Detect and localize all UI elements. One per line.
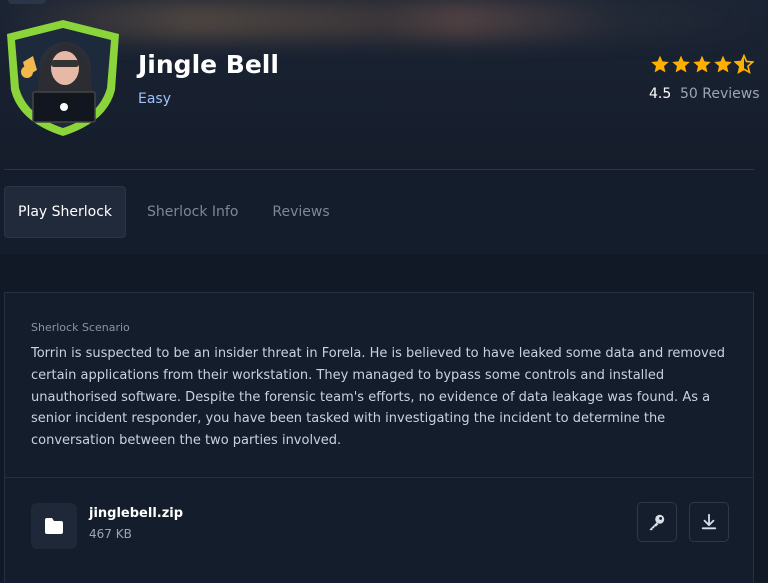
sherlock-avatar bbox=[3, 18, 123, 138]
tab-bar: Play Sherlock Sherlock Info Reviews bbox=[4, 186, 351, 238]
star-icon bbox=[672, 55, 690, 73]
card-divider bbox=[5, 477, 753, 478]
rating-value: 4.5 bbox=[649, 86, 672, 102]
scenario-label: Sherlock Scenario bbox=[31, 321, 130, 334]
scenario-card: Sherlock Scenario Torrin is suspected to… bbox=[4, 292, 754, 583]
tab-sherlock-info[interactable]: Sherlock Info bbox=[134, 187, 251, 237]
tab-play-sherlock[interactable]: Play Sherlock bbox=[4, 186, 127, 238]
reviews-count-link[interactable]: 50 Reviews bbox=[680, 86, 760, 102]
key-button[interactable] bbox=[637, 502, 677, 542]
file-icon-box bbox=[31, 503, 77, 549]
star-icon bbox=[651, 55, 669, 73]
tab-reviews[interactable]: Reviews bbox=[259, 187, 342, 237]
download-icon bbox=[701, 513, 717, 530]
folder-icon bbox=[45, 518, 63, 534]
download-button[interactable] bbox=[689, 502, 729, 542]
key-icon bbox=[649, 514, 665, 531]
scenario-text: Torrin is suspected to be an insider thr… bbox=[31, 346, 725, 449]
file-size: 467 KB bbox=[89, 527, 132, 541]
star-icon bbox=[714, 55, 732, 73]
file-name: jinglebell.zip bbox=[89, 506, 184, 521]
page-title: Jingle Bell bbox=[138, 50, 279, 79]
header-divider bbox=[4, 169, 754, 170]
star-half-icon bbox=[734, 54, 754, 74]
top-tab-edge bbox=[8, 0, 46, 4]
star-icon bbox=[693, 55, 711, 73]
difficulty-badge: Easy bbox=[138, 91, 172, 107]
rating-stars bbox=[650, 54, 754, 76]
